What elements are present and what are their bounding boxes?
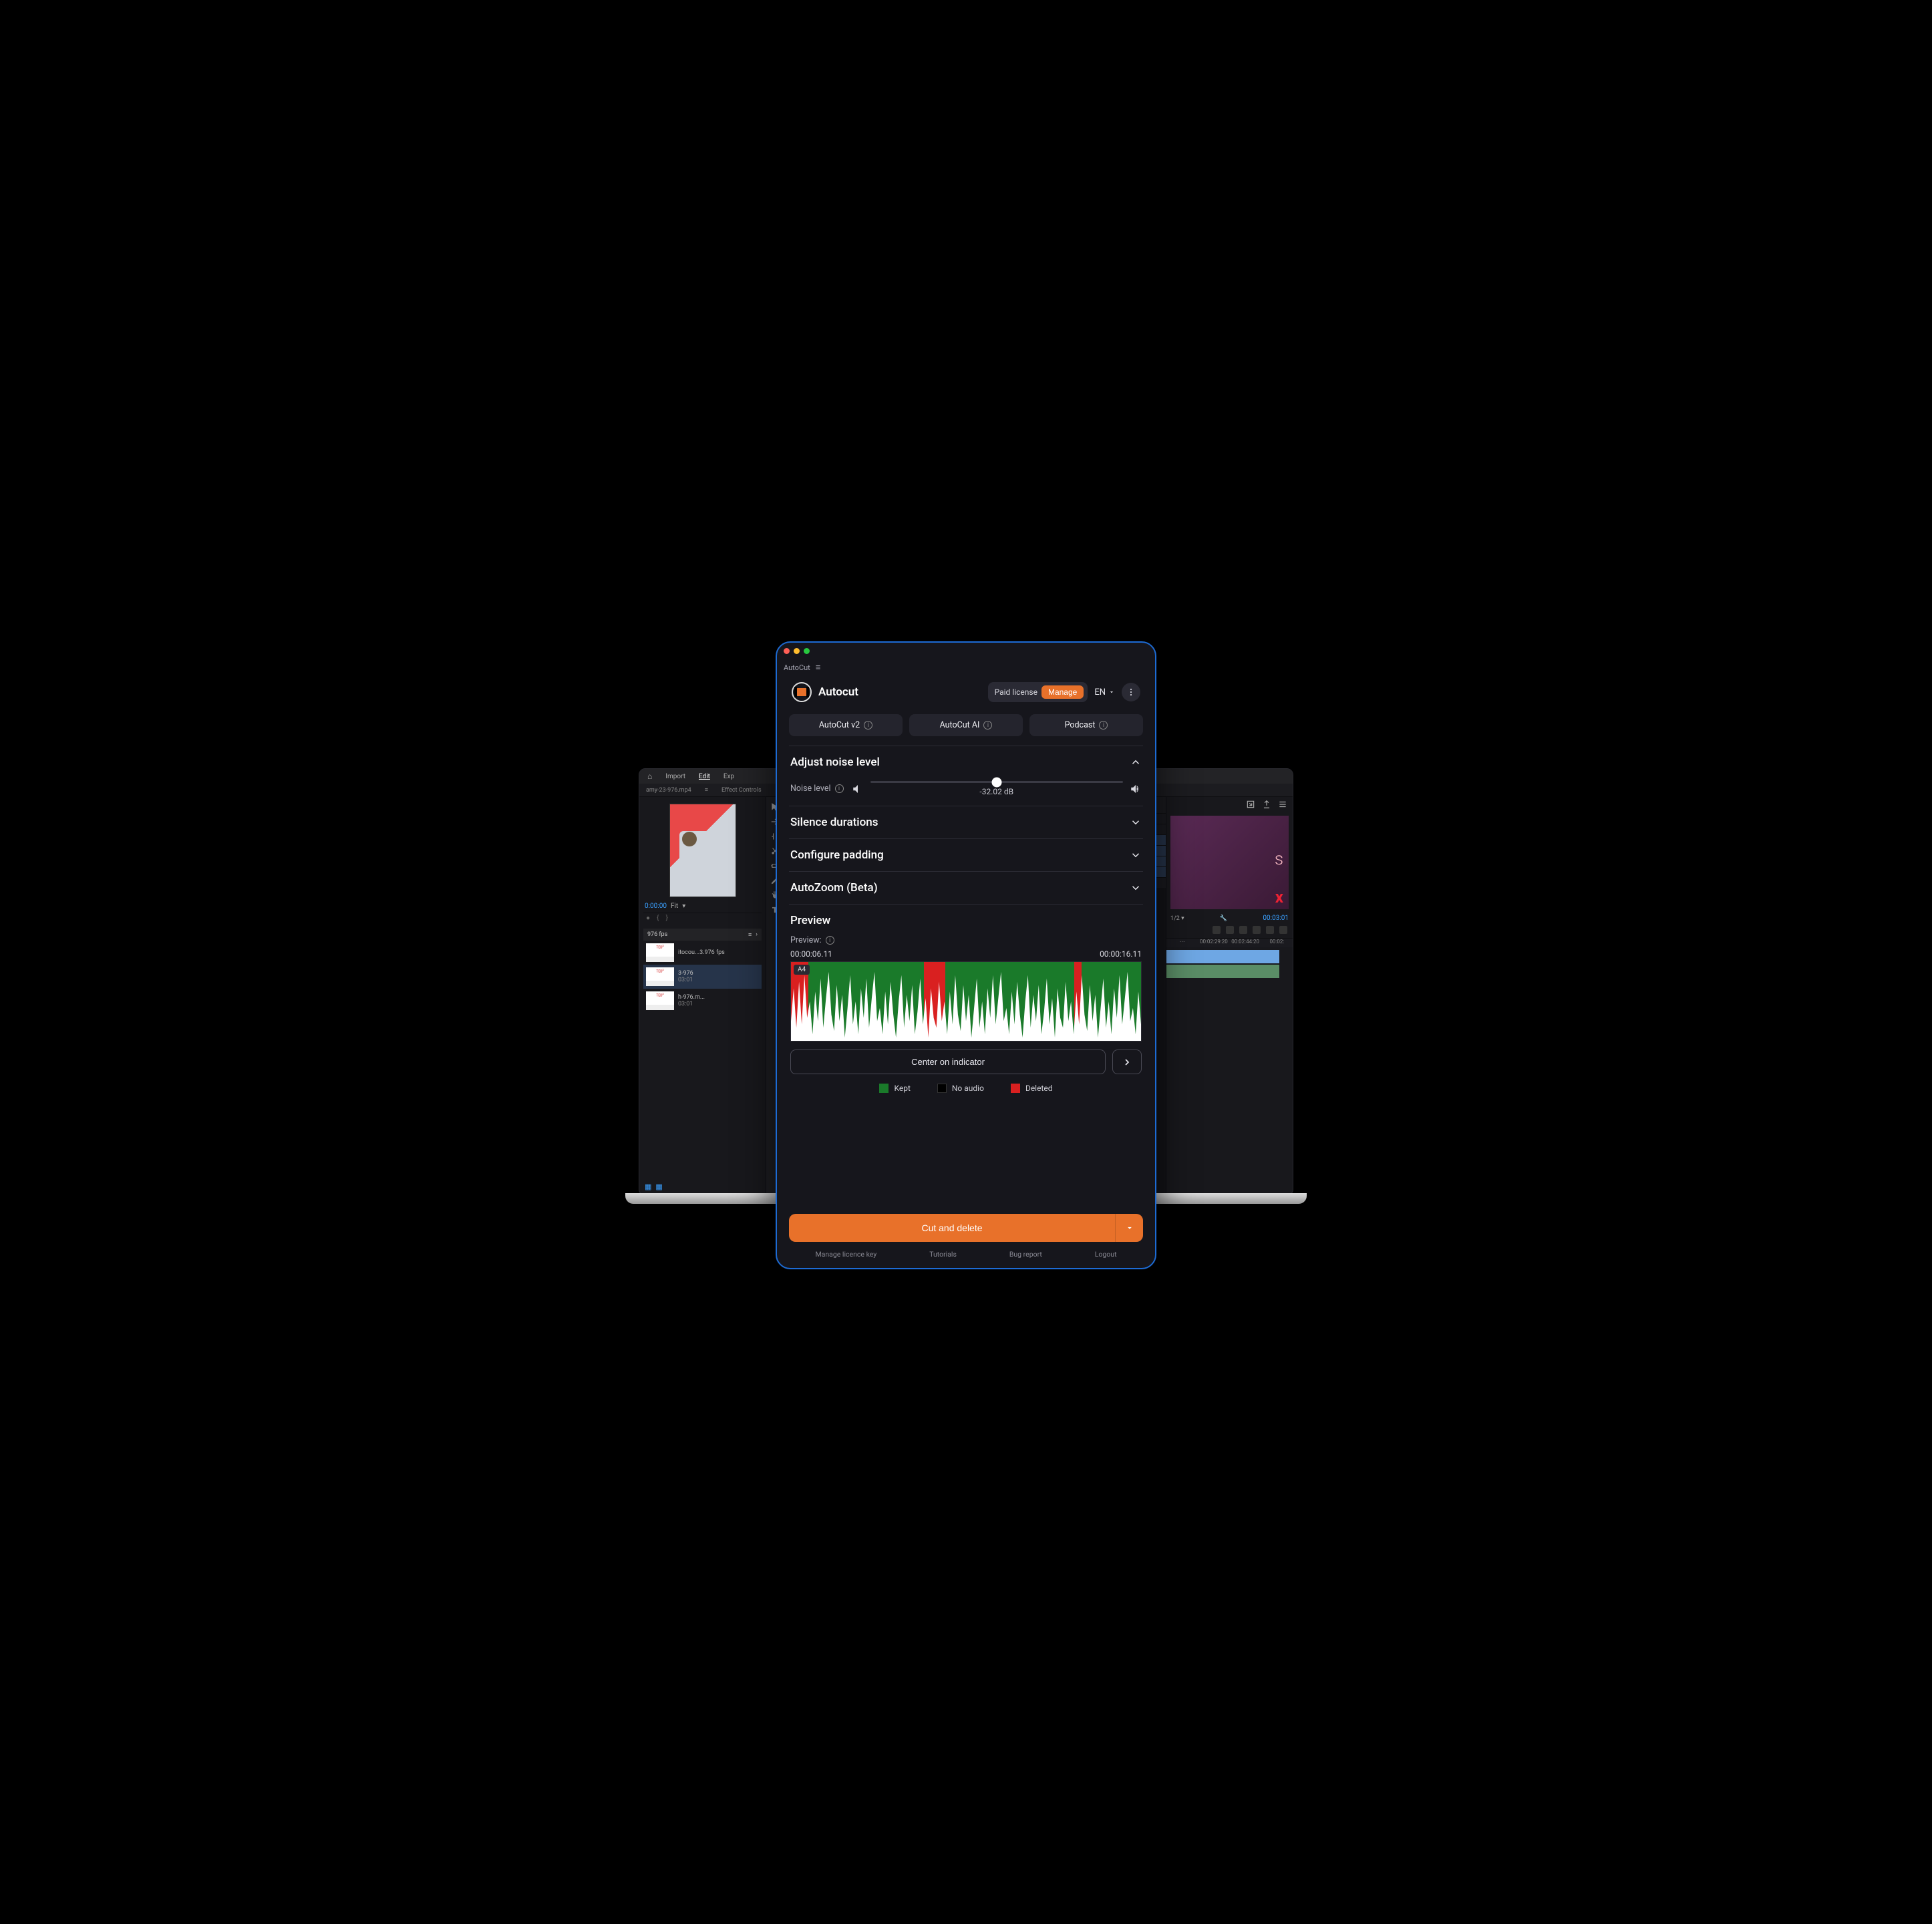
video-clip[interactable] (1166, 950, 1279, 963)
source-thumbnail (669, 804, 736, 897)
more-menu-button[interactable] (1122, 683, 1140, 701)
chevron-down-icon (1125, 1223, 1134, 1233)
panel-menu-icon[interactable]: ≡ (816, 662, 821, 673)
audio-clip[interactable] (1166, 965, 1279, 978)
timeline-ruler[interactable]: ⋯00:02:29:2000:02:44:2000:02: (1166, 938, 1293, 947)
center-indicator-button[interactable]: Center on indicator (790, 1050, 1106, 1074)
info-icon[interactable]: i (835, 784, 844, 793)
chevron-down-icon (1130, 882, 1142, 894)
menu-export[interactable]: Exp (723, 773, 734, 780)
brand-name: Autocut (818, 685, 858, 699)
home-icon[interactable]: ⌂ (647, 772, 652, 781)
tl-tool-icon[interactable] (1213, 926, 1221, 934)
cut-delete-dropdown[interactable] (1115, 1214, 1143, 1242)
source-panel: 0:00:00 Fit▾ ●{} 976 fps ≡ › TEDx itocou… (639, 797, 766, 1195)
footer-tutorials[interactable]: Tutorials (929, 1250, 957, 1259)
noise-value: -32.02 dB (870, 787, 1124, 796)
tab-autocut-v2[interactable]: AutoCut v2i (789, 714, 903, 736)
autocut-logo (792, 682, 812, 702)
section-autozoom-toggle[interactable]: AutoZoom (Beta) (790, 881, 1142, 895)
tl-tool-icon[interactable] (1253, 926, 1261, 934)
preview-start-time: 00:00:06.11 (790, 949, 832, 959)
program-panel: s x 1/2 ▾ 🔧 00:03:01 ⋯00:02:29:2000:02:4… (1166, 797, 1293, 1195)
program-monitor: s x (1170, 816, 1289, 909)
program-zoom[interactable]: 1/2 ▾ (1170, 915, 1184, 922)
tl-tool-icon[interactable] (1266, 926, 1274, 934)
menu-edit[interactable]: Edit (699, 773, 710, 780)
new-bin-icon[interactable]: ▦ (645, 1182, 651, 1191)
bin-item[interactable]: TEDx itocou...3.976 fps (643, 941, 762, 965)
track-badge: A4 (794, 965, 810, 975)
preview-title: Preview (790, 914, 830, 927)
timeline-toolbar (1166, 925, 1293, 938)
source-timecode: 0:00:00 (645, 903, 667, 910)
chevron-right-icon (1122, 1057, 1132, 1068)
section-noise-toggle[interactable]: Adjust noise level (790, 756, 1142, 769)
manage-button[interactable]: Manage (1041, 685, 1084, 699)
menu-icon[interactable] (1278, 800, 1287, 809)
license-label: Paid license (995, 687, 1037, 697)
minimize-icon[interactable] (794, 648, 800, 654)
tab-autocut-ai[interactable]: AutoCut AIi (909, 714, 1023, 736)
bin-fps: 976 fps (647, 931, 667, 938)
kebab-icon (1126, 687, 1136, 697)
info-icon[interactable]: i (983, 721, 992, 730)
info-icon[interactable]: i (1099, 721, 1108, 730)
bin-item[interactable]: TEDx 3-97603:01 (643, 965, 762, 989)
tl-tool-icon[interactable] (1226, 926, 1234, 934)
panel-tab-title: AutoCut (784, 663, 810, 672)
footer-bug-report[interactable]: Bug report (1009, 1250, 1042, 1259)
window-controls (777, 643, 1155, 659)
volume-low-icon (852, 783, 864, 795)
new-item-icon[interactable]: ▦ (655, 1182, 662, 1191)
share-icon[interactable] (1262, 800, 1271, 809)
noise-slider[interactable] (870, 781, 1124, 783)
info-icon[interactable]: i (826, 936, 834, 945)
section-silence-toggle[interactable]: Silence durations (790, 816, 1142, 829)
chevron-up-icon (1130, 756, 1142, 768)
fit-dropdown[interactable]: Fit (671, 903, 678, 910)
bin-item[interactable]: TEDx h-976.m...03:01 (643, 989, 762, 1013)
autocut-panel: AutoCut ≡ Autocut Paid license Manage EN (776, 641, 1156, 1269)
current-file: amy-23-976.mp4 (646, 787, 691, 794)
program-time: 00:03:01 (1263, 915, 1289, 922)
volume-high-icon (1130, 783, 1142, 795)
chevron-down-icon (1130, 816, 1142, 828)
tab-podcast[interactable]: Podcasti (1029, 714, 1143, 736)
section-padding-toggle[interactable]: Configure padding (790, 848, 1142, 862)
noise-level-label: Noise level (790, 784, 831, 794)
close-icon[interactable] (784, 648, 790, 654)
effects-tab[interactable]: Effect Controls (721, 787, 762, 794)
next-button[interactable] (1112, 1050, 1142, 1074)
export-frame-icon[interactable] (1246, 800, 1255, 809)
info-icon[interactable]: i (864, 721, 872, 730)
preview-end-time: 00:00:16.11 (1100, 949, 1142, 959)
preview-label: Preview: (790, 935, 822, 945)
waveform-legend: Kept No audio Deleted (790, 1084, 1142, 1093)
cut-delete-button[interactable]: Cut and delete (789, 1214, 1115, 1242)
footer-logout[interactable]: Logout (1095, 1250, 1117, 1259)
tl-tool-icon[interactable] (1279, 926, 1287, 934)
maximize-icon[interactable] (804, 648, 810, 654)
footer-manage-licence[interactable]: Manage licence key (815, 1250, 876, 1259)
chevron-down-icon (1130, 849, 1142, 861)
waveform-preview[interactable]: A4 (790, 961, 1142, 1041)
menu-import[interactable]: Import (665, 773, 685, 780)
tl-tool-icon[interactable] (1239, 926, 1247, 934)
license-pill: Paid license Manage (988, 682, 1088, 702)
chevron-down-icon (1108, 689, 1115, 695)
language-selector[interactable]: EN (1094, 687, 1115, 697)
